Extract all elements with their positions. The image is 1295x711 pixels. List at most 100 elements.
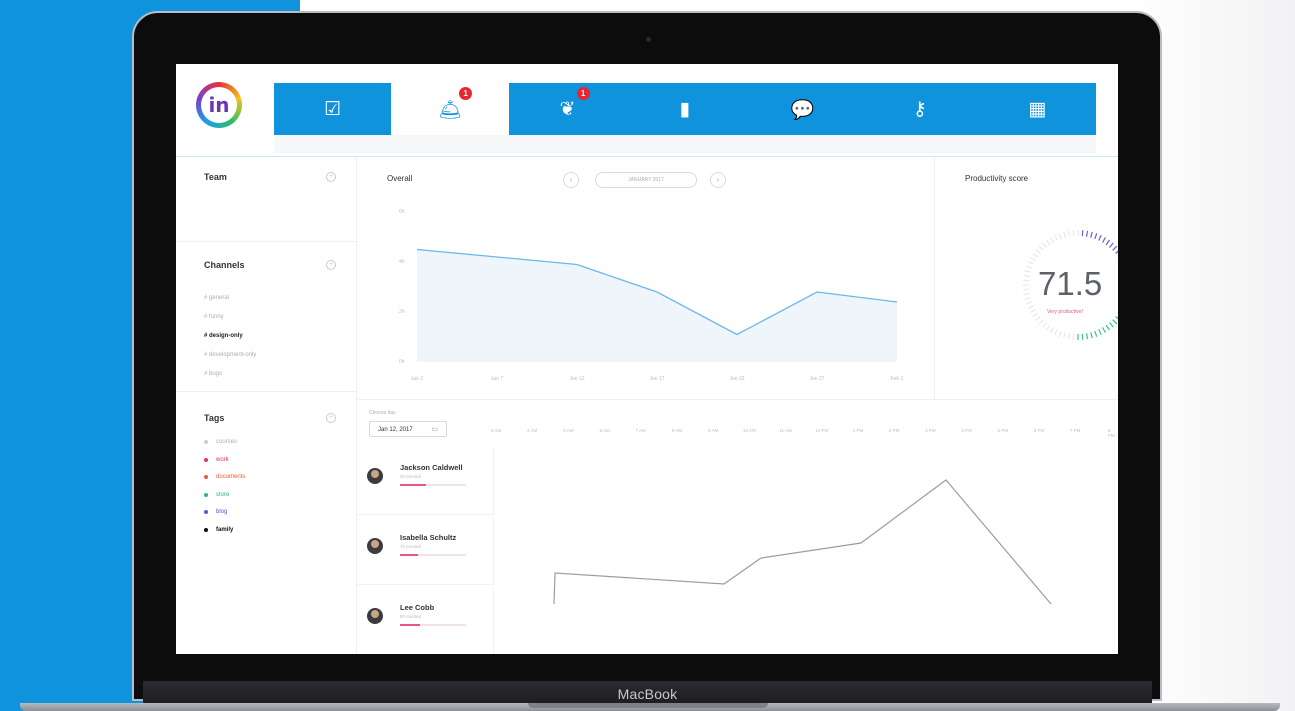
channel-item[interactable]: # development-only: [204, 352, 256, 358]
member-tracked: 5h tracked: [400, 474, 422, 479]
hour-label: 2 PM: [888, 428, 900, 433]
hour-label: 6 AM: [599, 428, 610, 433]
gauge-tick: [1045, 324, 1051, 331]
camera: [646, 37, 651, 42]
gauge-tick: [1098, 234, 1102, 241]
gauge-tick: [1058, 233, 1062, 240]
choose-day-label: Choose day: [369, 410, 396, 416]
overall-area: [417, 249, 897, 362]
member-progress-track: [400, 484, 466, 486]
channels-title: Channels: [204, 260, 245, 270]
gauge-tick: [1038, 319, 1044, 325]
tag-item[interactable]: courses: [204, 439, 237, 445]
gauge-tick: [1063, 231, 1066, 238]
member-tracked: 8h tracked: [400, 614, 422, 619]
hour-label: 11 AM: [779, 428, 792, 433]
date-picker-input[interactable]: Jan 12, 2017 ▭: [369, 421, 447, 437]
member-name: Jackson Caldwell: [400, 463, 463, 472]
chat-bubbles-icon: 💬: [790, 98, 815, 121]
y-tick-label: 0h: [399, 359, 405, 365]
team-member-row[interactable]: Lee Cobb 8h tracked: [357, 588, 494, 654]
app-screen: in ☑ 🛎 1 ❦ 1 ▮ 💬 ⚷ ▦ Team + Channels + # general…: [176, 64, 1118, 654]
tag-label: family: [216, 526, 234, 533]
gauge-tick: [1030, 308, 1036, 314]
nav-tab[interactable]: 💬: [744, 83, 861, 135]
gauge-tick: [1045, 239, 1051, 246]
gauge-tick: [1023, 288, 1030, 291]
logo-text: in: [201, 87, 237, 123]
gauge-tick: [1098, 329, 1102, 336]
productivity-label: Very productive!: [1047, 309, 1083, 315]
x-tick-label: Jan 17: [649, 376, 665, 382]
gauge-tick: [1067, 230, 1071, 237]
hour-label: 3 AM: [490, 428, 502, 433]
tag-item[interactable]: blog: [204, 509, 227, 515]
team-member-row[interactable]: Jackson Caldwell 5h tracked: [357, 448, 494, 515]
hour-label: 6 PM: [1033, 428, 1045, 433]
team-section: Team +: [176, 157, 356, 242]
productivity-panel: Productivity score 71.5 Very productive!: [935, 157, 1118, 400]
hour-label: 5 AM: [563, 428, 574, 433]
member-progress-track: [400, 624, 466, 626]
hour-label: 8 AM: [671, 428, 683, 433]
gauge-tick: [1054, 329, 1058, 336]
tag-item[interactable]: work: [204, 457, 229, 463]
channel-item[interactable]: # bugs: [204, 371, 222, 377]
app-logo[interactable]: in: [196, 82, 242, 128]
member-name: Lee Cobb: [400, 603, 435, 612]
tag-label: store: [216, 491, 230, 498]
channel-item[interactable]: # funny: [204, 314, 224, 320]
team-member-row[interactable]: Isabella Schultz 7h tracked: [357, 518, 494, 585]
gauge-tick: [1027, 261, 1034, 265]
nav-tab[interactable]: ⚷: [861, 83, 978, 135]
hour-label: 1 PM: [852, 428, 864, 433]
tag-color-dot: [204, 457, 208, 462]
nav-tab[interactable]: ▦: [979, 83, 1096, 135]
member-tracked: 7h tracked: [400, 544, 422, 549]
gauge-tick: [1109, 322, 1114, 328]
gauge-tick: [1024, 270, 1031, 273]
tag-item[interactable]: documents: [204, 474, 245, 480]
add-team-button[interactable]: +: [326, 172, 336, 182]
main-navigation: ☑ 🛎 1 ❦ 1 ▮ 💬 ⚷ ▦: [274, 83, 1096, 135]
productivity-score: 71.5: [1038, 265, 1103, 302]
gauge-tick: [1081, 333, 1084, 340]
gauge-tick: [1112, 319, 1118, 325]
member-progress-fill: [400, 624, 420, 626]
avatar: [367, 608, 383, 624]
nav-tab[interactable]: ☑: [274, 83, 391, 135]
add-tag-button[interactable]: +: [326, 413, 336, 423]
gauge-tick: [1032, 252, 1039, 258]
gauge-tick: [1105, 239, 1111, 246]
channel-item[interactable]: # general: [204, 295, 229, 301]
nav-tab[interactable]: 🛎 1: [391, 83, 509, 135]
hour-label: 7 AM: [635, 428, 646, 433]
member-name: Isabella Schultz: [400, 533, 457, 542]
tag-color-dot: [204, 440, 208, 444]
device-label: MacBook: [617, 686, 678, 702]
gauge-tick: [1030, 256, 1036, 262]
gauge-tick: [1024, 297, 1031, 300]
x-tick-label: Jan 2: [410, 376, 424, 382]
gauge-tick: [1112, 245, 1118, 251]
team-title: Team: [204, 172, 227, 182]
nav-tab[interactable]: ❦ 1: [509, 83, 626, 135]
gauge-tick: [1023, 274, 1030, 278]
tag-item[interactable]: family: [204, 527, 233, 533]
timeline-line: [553, 479, 1052, 605]
member-progress-track: [400, 554, 466, 556]
channel-item[interactable]: # design-only: [204, 333, 243, 339]
nav-tab[interactable]: ▮: [626, 83, 743, 135]
hour-label: 12 PM: [815, 428, 829, 433]
avatar: [367, 538, 383, 554]
gauge-tick: [1042, 322, 1047, 328]
leaves-icon: ❦: [559, 98, 576, 120]
gauge-tick: [1063, 332, 1066, 339]
gauge-tick: [1081, 230, 1084, 237]
gauge-tick: [1067, 333, 1071, 340]
tag-color-dot: [204, 527, 208, 532]
gauge-tick: [1094, 233, 1098, 240]
add-channel-button[interactable]: +: [326, 260, 336, 270]
hour-label: 4 PM: [961, 428, 972, 433]
tag-item[interactable]: store: [204, 492, 229, 498]
